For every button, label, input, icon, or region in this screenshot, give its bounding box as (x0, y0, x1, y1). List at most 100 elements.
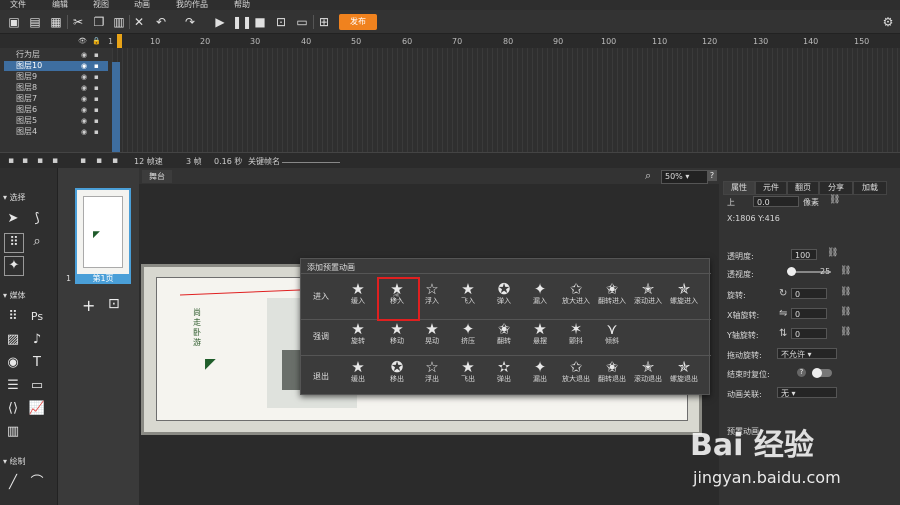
eye-icon[interactable]: ◉ (81, 61, 87, 71)
anim-link-select[interactable]: 无 ▾ (777, 387, 837, 398)
redo-icon[interactable]: ↷ (182, 14, 198, 30)
x-rotate-input[interactable]: 0 (791, 308, 827, 319)
grid-icon[interactable]: ⠿ (4, 308, 22, 326)
eye-icon[interactable]: ◉ (81, 94, 87, 104)
preview-icon[interactable]: ⊡ (273, 14, 289, 30)
anim-exit-item[interactable]: ★ 飞出 (451, 359, 485, 384)
paste-icon[interactable]: ▥ (111, 14, 127, 30)
image-tool-icon[interactable]: ✦ (4, 256, 24, 276)
eye-icon[interactable]: ◉ (81, 127, 87, 137)
save-icon[interactable]: ▦ (48, 14, 64, 30)
anim-enter-item[interactable]: ✬ 翻转进入 (595, 281, 629, 306)
play-icon[interactable]: ▶ (212, 14, 228, 30)
layer-row[interactable]: 行为层 ◉ ▪ (4, 50, 108, 60)
link-icon[interactable]: ⛓ (829, 195, 840, 205)
menu-my-works[interactable]: 我的作品 (176, 0, 208, 10)
anim-enter-item[interactable]: ★ 缓入 (341, 281, 375, 306)
eye-icon[interactable]: ◉ (81, 50, 87, 60)
opacity-input[interactable]: 100 (791, 249, 817, 260)
lock-icon[interactable]: ▪ (94, 127, 99, 137)
screen-icon[interactable]: ▭ (294, 14, 310, 30)
anim-exit-item[interactable]: ✫ 弹出 (487, 359, 521, 384)
curve-icon[interactable]: ⌒ (28, 474, 46, 492)
anim-emphasis-item[interactable]: ⋎ 倾斜 (595, 321, 629, 346)
anim-emphasis-item[interactable]: ★ 晃动 (415, 321, 449, 346)
lock-icon[interactable]: 🔒 (92, 37, 101, 45)
tab-stage[interactable]: 舞台 (142, 170, 172, 183)
tab-components[interactable]: 元件 (755, 181, 787, 195)
settings-icon[interactable]: ▪ (52, 156, 58, 166)
layer-row[interactable]: 图层6 ◉ ▪ (4, 105, 108, 115)
anim-exit-item[interactable]: ✭ 滚动退出 (631, 359, 665, 384)
pointer-icon[interactable]: ➤ (4, 210, 22, 228)
export-icon[interactable]: ⊞ (316, 14, 332, 30)
layer-row[interactable]: 图层5 ◉ ▪ (4, 116, 108, 126)
lock-icon[interactable]: ▪ (94, 61, 99, 71)
lock-icon[interactable]: ▪ (94, 105, 99, 115)
eye-icon[interactable]: ◉ (81, 83, 87, 93)
trash-icon[interactable]: ▪ (37, 156, 43, 166)
anim-emphasis-item[interactable]: ★ 移动 (380, 321, 414, 346)
top-input[interactable]: 0.0 (753, 196, 799, 207)
insert-page-icon[interactable]: ⊡ (108, 296, 120, 312)
barcode-icon[interactable]: ▥ (4, 423, 22, 441)
anim-enter-item[interactable]: ✦ 漏入 (523, 281, 557, 306)
timeline-ruler[interactable]: 1 10 20 30 40 50 60 70 80 90 100 110 120… (108, 34, 900, 49)
help-icon[interactable]: ? (797, 368, 806, 377)
add-layer-icon[interactable]: ▪ (8, 156, 14, 166)
tab-properties[interactable]: 属性 (723, 181, 755, 195)
end-reset-toggle-knob[interactable] (812, 368, 822, 378)
delete-icon[interactable]: ✕ (131, 14, 147, 30)
anim-exit-item[interactable]: ✯ 螺旋退出 (667, 359, 701, 384)
page-label[interactable]: 第1页 (75, 274, 131, 284)
gear-icon[interactable]: ⚙ (880, 14, 896, 30)
keyframe-name-input[interactable] (282, 162, 340, 163)
anim-emphasis-item[interactable]: ✦ 挤压 (451, 321, 485, 346)
chart-icon[interactable]: 📈 (28, 400, 46, 418)
code-icon[interactable]: ⟨⟩ (4, 400, 22, 418)
frame-icon[interactable]: ▪ (80, 156, 86, 166)
anim-enter-item[interactable]: ✯ 螺旋进入 (667, 281, 701, 306)
menu-file[interactable]: 文件 (10, 0, 26, 10)
tab-page-flip[interactable]: 翻页 (787, 181, 819, 195)
lasso-icon[interactable]: ⟆ (28, 210, 46, 228)
anim-enter-item[interactable]: ★ 飞入 (451, 281, 485, 306)
page-thumbnail[interactable]: ◤ (75, 188, 131, 278)
menu-edit[interactable]: 编辑 (52, 0, 68, 10)
eye-icon[interactable]: ◉ (81, 116, 87, 126)
anim-enter-item[interactable]: ✪ 弹入 (487, 281, 521, 306)
add-page-icon[interactable]: + (82, 296, 95, 315)
menu-animation[interactable]: 动画 (134, 0, 150, 10)
anim-exit-item[interactable]: ✬ 翻转退出 (595, 359, 629, 384)
eye-icon[interactable]: 👁 (78, 37, 87, 45)
cut-icon[interactable]: ✂ (70, 14, 86, 30)
layer-row[interactable]: 图层10 ◉ ▪ (4, 61, 108, 71)
zoom-select[interactable]: 50% ▾ (661, 170, 708, 184)
anim-emphasis-item[interactable]: ✬ 翻转 (487, 321, 521, 346)
eye-icon[interactable]: ◉ (81, 72, 87, 82)
tab-loading[interactable]: 加载 (853, 181, 887, 195)
new-file-icon[interactable]: ▣ (6, 14, 22, 30)
zoom-icon[interactable]: ⌕ (28, 233, 46, 251)
tab-share[interactable]: 分享 (819, 181, 853, 195)
marquee-icon[interactable]: ⠿ (4, 233, 24, 253)
frame-grid[interactable] (112, 48, 900, 152)
drag-rotate-select[interactable]: 不允许 ▾ (777, 348, 837, 359)
anim-exit-item[interactable]: ✪ 移出 (380, 359, 414, 384)
anim-exit-item[interactable]: ✦ 漏出 (523, 359, 557, 384)
anim-exit-item[interactable]: ☆ 浮出 (415, 359, 449, 384)
line-icon[interactable]: ╱ (4, 474, 22, 492)
pause-icon[interactable]: ❚❚ (232, 14, 252, 30)
photoshop-icon[interactable]: Ps (28, 308, 46, 326)
stop-icon[interactable]: ■ (252, 14, 268, 30)
menu-view[interactable]: 视图 (93, 0, 109, 10)
anim-enter-item[interactable]: ✩ 放大进入 (559, 281, 593, 306)
open-folder-icon[interactable]: ▤ (27, 14, 43, 30)
copy-icon[interactable]: ❐ (91, 14, 107, 30)
link-icon[interactable]: ⛓ (840, 287, 851, 297)
undo-icon[interactable]: ↶ (153, 14, 169, 30)
anim-enter-item[interactable]: ☆ 浮入 (415, 281, 449, 306)
list-icon[interactable]: ☰ (4, 377, 22, 395)
lock-icon[interactable]: ▪ (94, 116, 99, 126)
eye-icon[interactable]: ◉ (81, 105, 87, 115)
